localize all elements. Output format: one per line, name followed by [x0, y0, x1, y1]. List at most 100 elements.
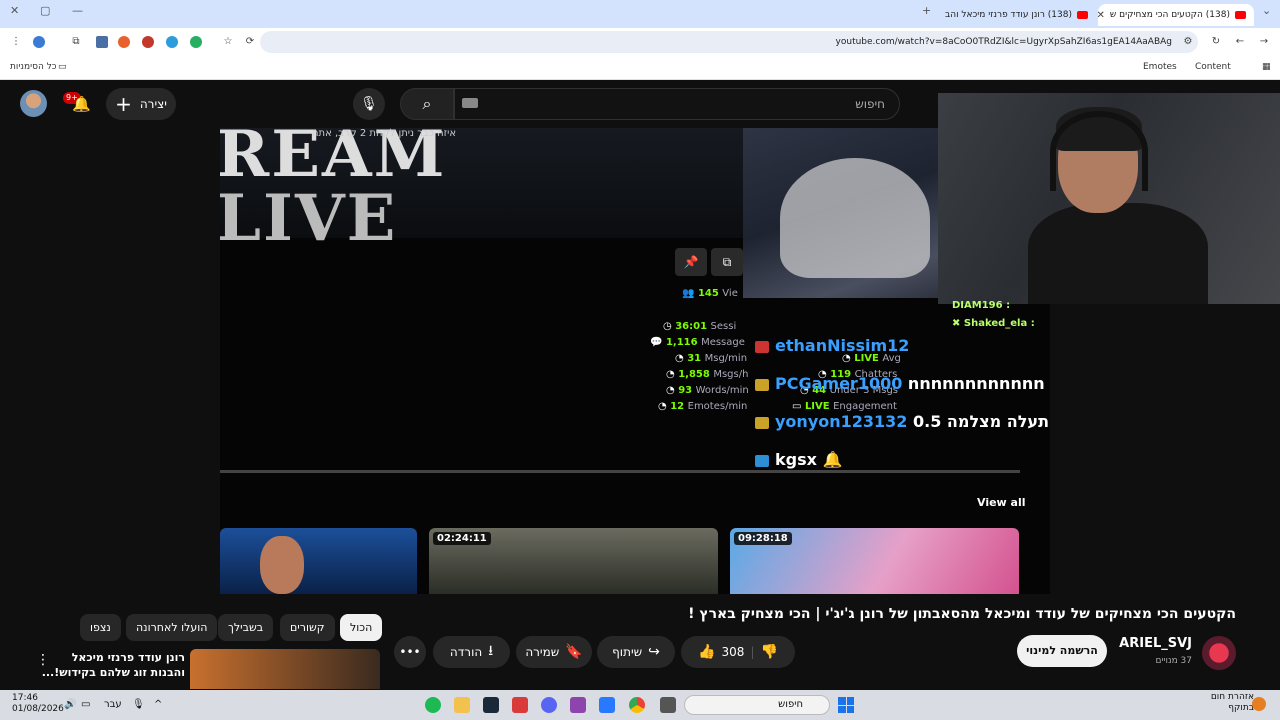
- subscribe-button[interactable]: הרשמה למינוי: [1017, 635, 1107, 667]
- chat-message: ethanNissim12: [755, 336, 909, 355]
- tab-close-icon[interactable]: ✕: [1098, 10, 1105, 21]
- view-all-link[interactable]: View all: [977, 496, 1026, 509]
- duration-badge: 09:28:18: [734, 532, 792, 545]
- screen: ✕ ▢ — + (138) רונן עודד פרנזי מיכאל והב …: [0, 0, 1280, 720]
- download-label: הורדה: [449, 645, 483, 659]
- filter-chip-for-you[interactable]: בשבילך: [218, 614, 274, 641]
- bookmark-star-icon[interactable]: ☆: [222, 36, 234, 48]
- tab-2[interactable]: (138) רונן עודד פרנזי מיכאל והב ✕: [940, 4, 1096, 26]
- keyboard-icon[interactable]: [462, 98, 478, 108]
- forward-icon[interactable]: ←: [1234, 36, 1246, 48]
- pin-icon[interactable]: 📌: [675, 248, 707, 276]
- youtube-favicon-icon: [1077, 11, 1088, 19]
- back-icon[interactable]: →: [1258, 36, 1270, 48]
- end-screen-thumbnail[interactable]: 09:28:18: [730, 528, 1019, 594]
- channel-avatar[interactable]: [1202, 636, 1236, 670]
- extension-icon[interactable]: [190, 36, 202, 48]
- webcam-chat-message: DIAM196 :: [952, 300, 1011, 311]
- extension-icon[interactable]: [166, 36, 178, 48]
- like-count[interactable]: 308: [722, 645, 745, 659]
- minimize-icon[interactable]: —: [72, 4, 83, 17]
- tray-chevron-icon[interactable]: ^: [154, 699, 162, 710]
- more-actions-button[interactable]: •••: [394, 636, 426, 668]
- site-settings-icon[interactable]: ⚙: [1182, 36, 1194, 48]
- filter-chip-recent[interactable]: הועלו לאחרונה: [126, 614, 218, 641]
- time: 17:46: [12, 693, 38, 703]
- avatar[interactable]: [20, 90, 47, 117]
- stat-messages: 💬 1,116 Message: [650, 337, 745, 348]
- reload-icon[interactable]: ↻: [1210, 36, 1222, 48]
- end-screen-thumbnail[interactable]: [220, 528, 417, 594]
- app-grid-icon[interactable]: [599, 697, 615, 713]
- spotify-icon[interactable]: [425, 697, 441, 713]
- all-bookmarks[interactable]: כל הסימניות: [10, 62, 57, 72]
- chrome-icon[interactable]: [629, 697, 645, 713]
- video-player[interactable]: REAM LIVE איזה כבר ניתן לקחת 2 קרב, אתה …: [220, 128, 1050, 594]
- share-button[interactable]: ↪ שיתוף: [597, 636, 675, 668]
- person-shape: [260, 536, 304, 594]
- save-button[interactable]: 🔖 שמירה: [516, 636, 592, 668]
- filter-chip-watched[interactable]: נצפו: [80, 614, 121, 641]
- browser-toolbar: ⋮ ⧉ ☆ ⟳ ⌕ youtube.com/watch?v=8aCoO0TRdZ…: [0, 28, 1280, 56]
- duration-badge: 02:24:11: [433, 532, 491, 545]
- microphone-icon[interactable]: 🎙: [353, 88, 385, 120]
- tab-title: (138) הקטעים הכי מצחיקים ש: [1109, 10, 1230, 20]
- tab-1[interactable]: (138) הקטעים הכי מצחיקים ש ✕: [1098, 4, 1254, 26]
- mic-tray-icon[interactable]: 🎙: [132, 699, 145, 710]
- clock[interactable]: 17:46 01/08/2026: [12, 693, 64, 715]
- extension-icon[interactable]: [118, 36, 130, 48]
- search-input[interactable]: חיפוש: [454, 88, 900, 120]
- bell-emote-icon: 🔔: [822, 450, 843, 469]
- profile-icon[interactable]: [33, 36, 45, 48]
- bookmark-emotes[interactable]: Emotes: [1143, 62, 1177, 72]
- close-window-icon[interactable]: ✕: [10, 4, 19, 17]
- filter-chip-all[interactable]: הכול: [340, 614, 383, 641]
- download-button[interactable]: ⭳ הורדה: [433, 636, 510, 668]
- recommendation-title[interactable]: רונן עודד פרנזי מיכאל והבנות זוג שלהם בק…: [35, 650, 185, 680]
- popout-icon[interactable]: ⧉: [711, 248, 743, 276]
- file-explorer-icon[interactable]: [454, 697, 470, 713]
- dislike-icon[interactable]: 👎: [760, 644, 777, 660]
- extension-icon[interactable]: [142, 36, 154, 48]
- subscriber-count: 37 מנויים: [1155, 656, 1192, 666]
- menu-icon[interactable]: ⋮: [10, 36, 22, 48]
- share-icon: ↪: [648, 644, 660, 660]
- bookmark-content[interactable]: Content: [1195, 62, 1231, 72]
- progress-bar[interactable]: [220, 470, 1020, 473]
- search-button[interactable]: ⌕: [400, 88, 454, 120]
- language-indicator[interactable]: עבר: [104, 699, 122, 710]
- new-tab-icon[interactable]: +: [922, 4, 931, 17]
- recommendation-menu-icon[interactable]: ⋮: [36, 652, 50, 668]
- channel-name[interactable]: ARIEL_SVJ: [1119, 636, 1192, 651]
- install-icon[interactable]: ⟳: [244, 36, 256, 48]
- extensions-icon[interactable]: ⧉: [70, 36, 82, 48]
- headset-shape: [1050, 111, 1148, 191]
- stat-emotes-min: ◔ 12 Emotes/min: [658, 401, 748, 412]
- recommendation-thumbnail[interactable]: [190, 649, 380, 689]
- app-icon[interactable]: [570, 697, 586, 713]
- stat-session: ◷ 36:01 Sessi: [663, 321, 737, 332]
- create-button[interactable]: יצירה +: [106, 88, 176, 120]
- bell-icon[interactable]: 🔔: [72, 95, 91, 113]
- folder-icon: ▭: [58, 62, 67, 72]
- windows-start-icon[interactable]: [838, 697, 854, 713]
- address-bar[interactable]: youtube.com/watch?v=8aCoO0TRdZI&lc=UgyrX…: [260, 31, 1198, 53]
- end-screen-thumbnail[interactable]: 02:24:11: [429, 528, 718, 594]
- network-icon[interactable]: ▭: [81, 699, 90, 710]
- maximize-icon[interactable]: ▢: [40, 4, 50, 17]
- weather-widget[interactable]: אזהרת חום בתוקף: [1211, 692, 1254, 714]
- extension-icon[interactable]: [96, 36, 108, 48]
- like-dislike-group: 👎 | 308 👍: [681, 636, 795, 668]
- tab-search-icon[interactable]: ⌄: [1262, 4, 1271, 17]
- volume-icon[interactable]: 🔊: [64, 699, 76, 710]
- apps-icon[interactable]: ▦: [1262, 62, 1271, 72]
- taskbar: 17:46 01/08/2026 🔊 ▭ עבר 🎙 ^ חיפוש אזהרת…: [0, 690, 1280, 720]
- taskbar-search[interactable]: חיפוש: [684, 695, 830, 715]
- steam-icon[interactable]: [483, 697, 499, 713]
- task-view-icon[interactable]: [660, 697, 676, 713]
- discord-icon[interactable]: [541, 697, 557, 713]
- plus-icon: +: [115, 92, 132, 116]
- app-icon[interactable]: [512, 697, 528, 713]
- filter-chip-related[interactable]: קשורים: [280, 614, 335, 641]
- like-icon[interactable]: 👍: [698, 644, 715, 660]
